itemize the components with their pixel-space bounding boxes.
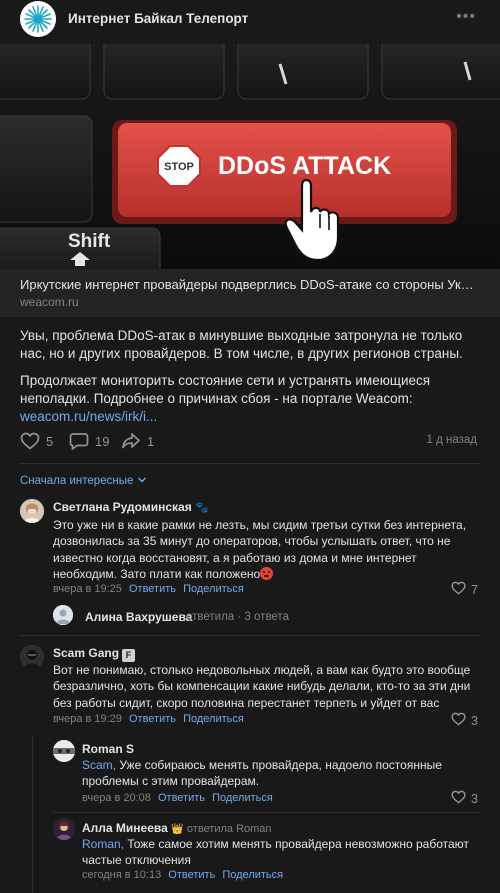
comment-like-count: 7 xyxy=(471,582,478,597)
share-count: 1 xyxy=(147,433,155,449)
heart-icon xyxy=(451,581,466,598)
paw-icon: 🐾 xyxy=(195,502,209,514)
like-button[interactable]: 5 xyxy=(20,432,53,450)
comment-author[interactable]: Алла Минеева 👑 ответила Roman xyxy=(82,821,272,835)
avatar[interactable] xyxy=(53,740,75,762)
share-comment-button[interactable]: Поделиться xyxy=(212,792,273,804)
post-card: Интернет Байкал Телепорт ••• Shift STOP … xyxy=(0,0,500,893)
heart-icon xyxy=(20,432,40,450)
answered-to: ответила Roman xyxy=(186,823,272,835)
reply-button[interactable]: Ответить xyxy=(129,713,176,725)
stop-sign-label: STOP xyxy=(164,161,194,173)
crown-icon: 👑 xyxy=(171,824,184,835)
comment-time[interactable]: вчера в 20:08 xyxy=(82,792,151,804)
comments-sort-dropdown[interactable]: Сначала интересные xyxy=(20,475,147,487)
more-horizontal-icon[interactable]: ••• xyxy=(456,8,476,26)
group-name[interactable]: Интернет Байкал Телепорт xyxy=(68,11,248,26)
shift-key-label: Shift xyxy=(68,231,111,252)
comment-time[interactable]: вчера в 19:25 xyxy=(53,583,122,595)
thread-info: ответила · 3 ответа xyxy=(186,611,289,623)
reply-button[interactable]: Ответить xyxy=(158,792,205,804)
heart-icon xyxy=(451,712,466,729)
thread-line xyxy=(32,735,33,893)
post-paragraph-1: Увы, проблема DDoS-атак в минувшие выход… xyxy=(20,328,463,361)
avatar xyxy=(53,605,73,625)
divider xyxy=(20,635,480,636)
heart-icon xyxy=(451,790,466,807)
comment-like-button[interactable]: 7 xyxy=(451,581,478,598)
post-paragraph-2-text: Продолжает мониторить состояние сети и у… xyxy=(20,373,431,406)
post-external-link[interactable]: weacom.ru/news/irk/i... xyxy=(20,409,157,424)
comment-time[interactable]: сегодня в 10:13 xyxy=(82,869,161,881)
reply-button[interactable]: Ответить xyxy=(168,869,215,881)
link-domain: weacom.ru xyxy=(20,295,79,309)
comment-like-button[interactable]: 3 xyxy=(451,790,478,807)
chevron-down-icon xyxy=(137,475,147,487)
sort-label: Сначала интересные xyxy=(20,475,134,487)
avatar[interactable] xyxy=(53,818,75,840)
comment-like-count: 3 xyxy=(471,791,478,806)
link-preview-image[interactable]: Shift STOP DDoS ATTACK xyxy=(0,44,500,269)
avatar[interactable] xyxy=(20,499,44,523)
comment-like-count: 3 xyxy=(471,713,478,728)
comment-author[interactable]: Scam Gang F xyxy=(53,646,136,662)
reply-mention[interactable]: Roman, xyxy=(82,837,124,851)
comment-time[interactable]: вчера в 19:29 xyxy=(53,713,122,725)
reply-mention[interactable]: Scam, xyxy=(82,758,116,772)
link-preview-bar[interactable]: Иркутские интернет провайдеры подверглис… xyxy=(0,269,500,317)
comment-button[interactable]: 19 xyxy=(69,432,109,450)
comment-like-button[interactable]: 3 xyxy=(451,712,478,729)
comment-meta: сегодня в 10:13 Ответить Поделиться xyxy=(82,869,283,881)
share-button[interactable]: 1 xyxy=(121,432,154,450)
share-comment-button[interactable]: Поделиться xyxy=(183,713,244,725)
like-count: 5 xyxy=(46,433,54,449)
post-header: Интернет Байкал Телепорт ••• xyxy=(0,0,500,38)
fb-badge-icon: F xyxy=(122,649,136,662)
share-icon xyxy=(121,432,141,450)
divider xyxy=(20,463,480,464)
avatar[interactable] xyxy=(20,645,44,669)
comment-author[interactable]: Roman S xyxy=(82,742,134,756)
share-comment-button[interactable]: Поделиться xyxy=(222,869,283,881)
post-actions: 5 19 1 1 д назад xyxy=(0,430,500,454)
comment-meta: вчера в 19:29 Ответить Поделиться xyxy=(53,713,244,725)
comment-author[interactable]: Светлана Рудоминская 🐾 xyxy=(53,500,209,514)
comment-text: Scam, Уже собираюсь менять провайдера, н… xyxy=(82,758,442,789)
post-time[interactable]: 1 д назад xyxy=(427,434,478,446)
divider xyxy=(53,812,480,813)
post-paragraph-2: Продолжает мониторить состояние сети и у… xyxy=(20,372,485,426)
thread-author[interactable]: Алина Вахрушева xyxy=(85,610,192,624)
comment-text: Roman, Тоже самое хотим менять провайдер… xyxy=(82,837,469,868)
comment-count: 19 xyxy=(95,433,110,449)
comment-meta: вчера в 19:25 Ответить Поделиться xyxy=(53,583,244,595)
share-comment-button[interactable]: Поделиться xyxy=(183,583,244,595)
link-title[interactable]: Иркутские интернет провайдеры подверглис… xyxy=(20,277,480,292)
angry-emoji-icon xyxy=(260,566,274,580)
comment-icon xyxy=(69,432,89,450)
comment-meta: вчера в 20:08 Ответить Поделиться xyxy=(82,792,273,804)
reply-button[interactable]: Ответить xyxy=(129,583,176,595)
comment-text: Вот не понимаю, столько недовольных люде… xyxy=(53,663,471,710)
group-avatar[interactable] xyxy=(20,1,56,37)
comment-text: Это уже ни в какие рамки не лезть, мы си… xyxy=(53,518,467,581)
ddos-key-label: DDoS ATTACK xyxy=(218,152,391,180)
